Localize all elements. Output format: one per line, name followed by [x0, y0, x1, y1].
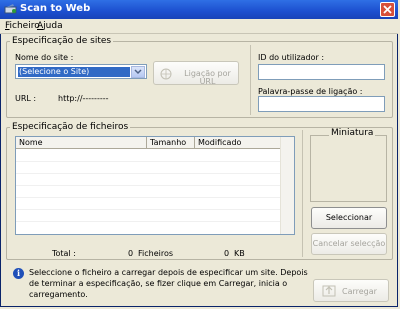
- column-header-modified[interactable]: Modificado: [195, 137, 281, 149]
- row-divider: [16, 173, 281, 174]
- file-spec-legend: Especificação de ficheiros: [10, 122, 131, 132]
- files-label: Ficheiros: [138, 249, 174, 258]
- site-name-label: Nome do site :: [15, 53, 74, 62]
- url-value: http://---------: [58, 94, 109, 103]
- row-divider: [16, 221, 281, 222]
- column-header-size[interactable]: Tamanho: [147, 137, 195, 149]
- row-divider: [16, 185, 281, 186]
- row-divider: [16, 197, 281, 198]
- instructions-text: Seleccione o ficheiro a carregar depois …: [29, 268, 308, 299]
- row-divider: [16, 161, 281, 162]
- user-id-field[interactable]: [258, 64, 385, 80]
- dropdown-arrow[interactable]: [131, 66, 145, 78]
- chevron-down-icon: [134, 69, 142, 75]
- total-label: Total :: [52, 249, 76, 258]
- site-select-value: (Selecione o Site): [18, 67, 130, 77]
- scanner-app-icon: [4, 4, 17, 14]
- site-select[interactable]: (Selecione o Site): [15, 64, 147, 79]
- menu-ajuda-label: Ajuda: [37, 21, 63, 31]
- total-count: 0: [128, 249, 134, 258]
- row-divider: [16, 209, 281, 210]
- upload-button[interactable]: Carregar: [313, 279, 389, 302]
- close-icon: [383, 5, 392, 14]
- connect-by-url-label: Ligação por URL: [184, 69, 231, 86]
- thumbnail-preview: [310, 135, 387, 202]
- password-label: Palavra-passe de ligação :: [258, 87, 363, 96]
- group-divider: [250, 45, 251, 115]
- file-list[interactable]: Nome Tamanho Modificado: [15, 136, 295, 235]
- menu-ficheiro-label: Ficheiro: [5, 21, 40, 31]
- column-header-name[interactable]: Nome: [16, 137, 147, 149]
- thumbnail-label: Miniatura: [329, 128, 376, 138]
- close-button[interactable]: [380, 2, 395, 17]
- globe-icon: [160, 68, 172, 80]
- password-field[interactable]: [258, 96, 385, 112]
- upload-label: Carregar: [342, 287, 377, 296]
- menu-ficheiro[interactable]: Ficheiro: [5, 21, 40, 31]
- window-title: Scan to Web: [20, 3, 91, 14]
- user-id-label: ID do utilizador :: [258, 53, 325, 62]
- url-label: URL :: [15, 94, 37, 103]
- total-size: 0: [224, 249, 230, 258]
- connect-by-url-button[interactable]: Ligação por URL: [153, 61, 239, 86]
- info-icon: i: [13, 268, 24, 279]
- cancel-selection-button[interactable]: Cancelar selecção: [311, 233, 387, 255]
- vertical-scrollbar[interactable]: [280, 137, 294, 234]
- menu-ajuda[interactable]: Ajuda: [37, 21, 63, 31]
- upload-icon: [322, 285, 336, 297]
- thumbnail-divider: [302, 130, 303, 257]
- size-unit: KB: [234, 249, 245, 258]
- site-spec-legend: Especificação de sites: [10, 36, 114, 46]
- select-file-button[interactable]: Seleccionar ficheiro: [311, 207, 387, 242]
